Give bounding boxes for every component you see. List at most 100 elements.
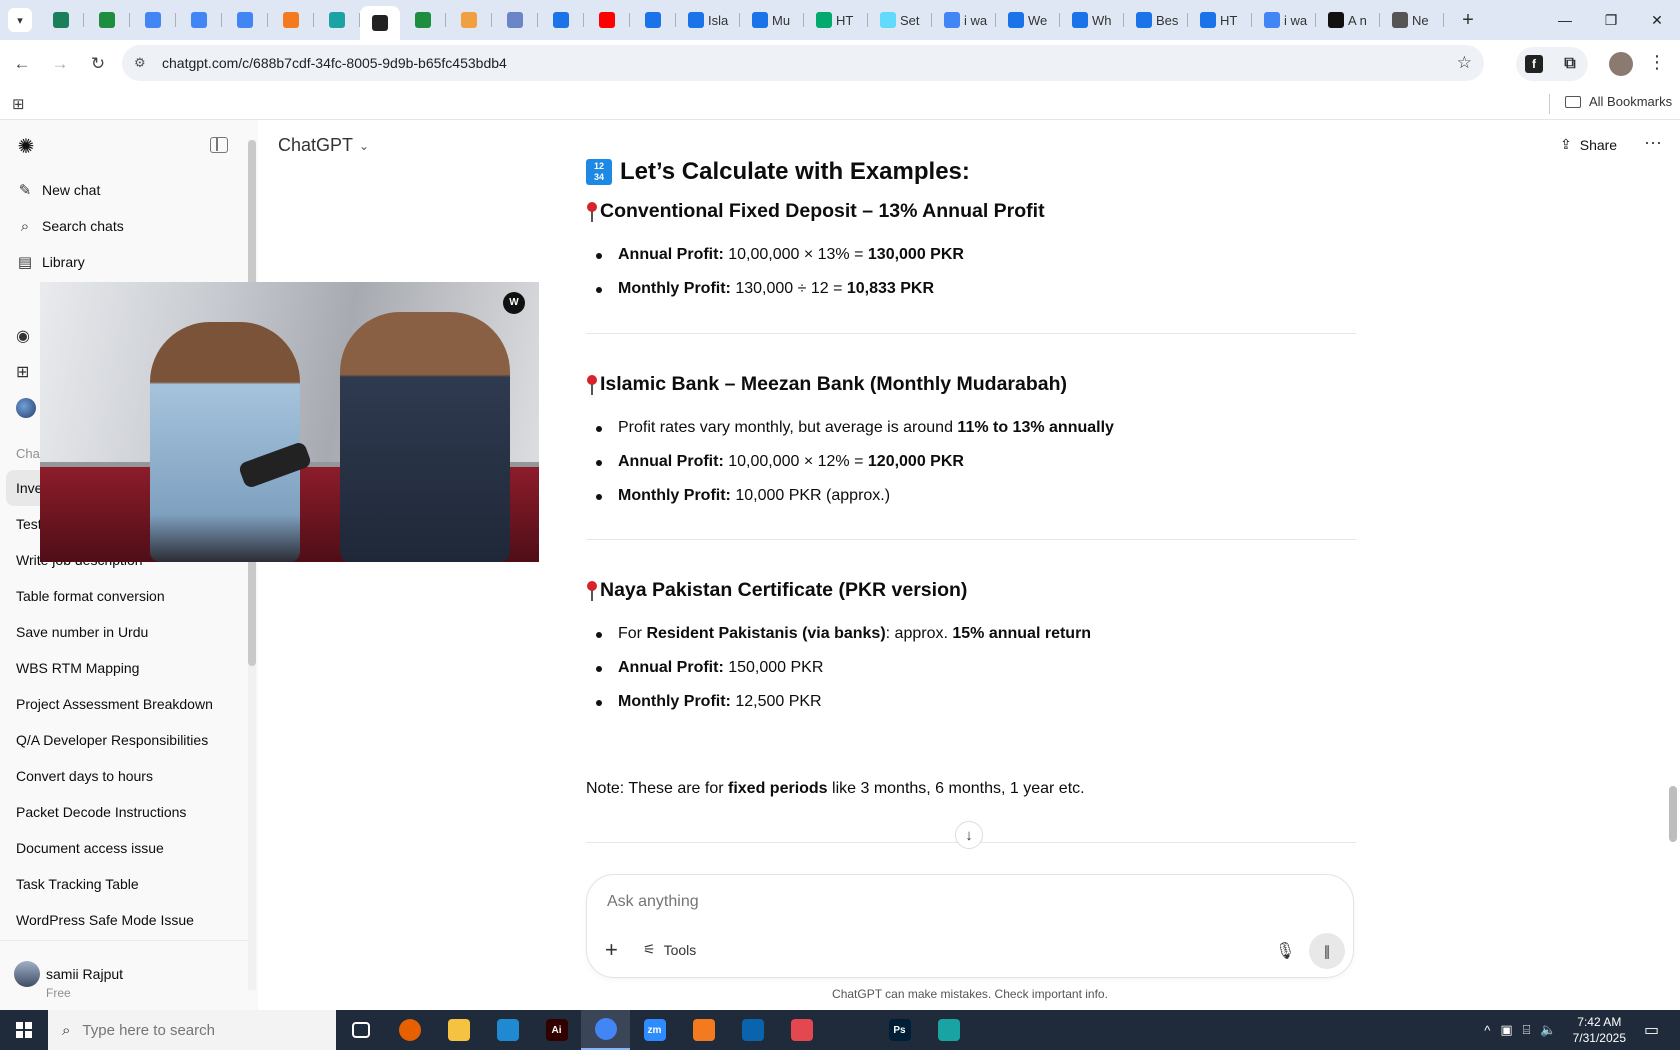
browser-tab[interactable] (38, 4, 84, 36)
restore-icon[interactable]: ❐ (1588, 0, 1634, 40)
taskbar-app[interactable] (385, 1010, 434, 1050)
picture-in-picture-video[interactable]: W (40, 282, 539, 562)
fonts-extension-icon[interactable]: f (1525, 55, 1543, 73)
browser-tab[interactable] (400, 4, 446, 36)
browser-tab[interactable] (314, 4, 360, 36)
prompt-input[interactable] (607, 893, 1307, 911)
network-icon[interactable]: ⌸ (1523, 1022, 1531, 1038)
taskbar-app[interactable] (728, 1010, 777, 1050)
url-text[interactable]: chatgpt.com/c/688b7cdf-34fc-8005-9d9b-b6… (162, 55, 507, 71)
chat-history-item[interactable]: Save number in Urdu (0, 614, 250, 650)
add-attachment-icon[interactable]: + (605, 937, 618, 963)
chat-history-item[interactable]: Document access issue (0, 830, 250, 866)
taskbar-app[interactable]: Ai (532, 1010, 581, 1050)
taskbar-app[interactable]: zm (630, 1010, 679, 1050)
taskbar-app[interactable] (434, 1010, 483, 1050)
chat-history-item[interactable]: WordPress Safe Mode Issue (0, 902, 250, 938)
forward-button[interactable]: → (44, 48, 76, 80)
model-selector[interactable]: ChatGPT ⌄ (278, 135, 369, 156)
gpts-icon[interactable]: ⊞ (16, 354, 36, 390)
taskbar-app[interactable]: Ps (875, 1010, 924, 1050)
browser-tab[interactable]: Set (868, 4, 932, 36)
new-tab-button[interactable]: + (1454, 9, 1482, 32)
browser-tab[interactable] (130, 4, 176, 36)
tray-app-icon[interactable]: ▣ (1500, 1022, 1512, 1038)
taskbar-app[interactable] (679, 1010, 728, 1050)
browser-tab[interactable]: HT (804, 4, 868, 36)
chat-history-item[interactable]: Convert days to hours (0, 758, 250, 794)
voice-mode-button[interactable]: ∥ (1309, 933, 1345, 969)
chat-history-item[interactable]: WBS RTM Mapping (0, 650, 250, 686)
browser-tab[interactable] (492, 4, 538, 36)
reload-button[interactable]: ↻ (82, 48, 114, 80)
tray-expand-icon[interactable]: ^ (1484, 1023, 1490, 1038)
main-scrollbar-thumb[interactable] (1669, 786, 1677, 842)
taskbar-app[interactable] (777, 1010, 826, 1050)
user-account-button[interactable] (0, 940, 250, 1010)
share-button[interactable]: ⇪ Share (1560, 136, 1617, 153)
scroll-to-bottom-button[interactable]: ↓ (955, 821, 983, 849)
volume-icon[interactable]: 🔈 (1540, 1022, 1556, 1038)
more-options-icon[interactable]: ··· (1644, 132, 1662, 153)
extensions-puzzle-icon[interactable]: ⧉ (1561, 55, 1579, 73)
back-button[interactable]: ← (6, 48, 38, 80)
browser-tab[interactable]: i wa (932, 4, 996, 36)
chat-history-item[interactable]: Project Assessment Breakdown (0, 686, 250, 722)
tab-search-dropdown-icon[interactable]: ▾ (8, 8, 32, 32)
taskbar-app[interactable] (826, 1010, 875, 1050)
chat-history-item[interactable]: Packet Decode Instructions (0, 794, 250, 830)
sidebar-item-library[interactable]: ▤ Library (0, 244, 250, 280)
bookmark-star-icon[interactable]: ☆ (1457, 53, 1472, 73)
browser-tab[interactable]: Wh (1060, 4, 1124, 36)
main-scrollbar-track[interactable] (1668, 122, 1678, 1006)
chat-history-item[interactable]: Q/A Developer Responsibilities (0, 722, 250, 758)
start-button[interactable] (0, 1010, 48, 1050)
browser-tab[interactable] (360, 6, 400, 40)
close-window-icon[interactable]: ✕ (1634, 0, 1680, 40)
openai-logo-icon[interactable]: ✺ (14, 134, 38, 158)
browser-tab[interactable]: Mu (740, 4, 804, 36)
taskbar-search-input[interactable] (82, 1021, 313, 1039)
browser-tab[interactable]: i wa (1252, 4, 1316, 36)
browser-tab[interactable]: HT (1188, 4, 1252, 36)
omnibox[interactable]: ⚙ chatgpt.com/c/688b7cdf-34fc-8005-9d9b-… (122, 45, 1484, 81)
browser-tab[interactable] (446, 4, 492, 36)
teal-icon (329, 12, 345, 28)
apps-grid-icon[interactable]: ⊞ (12, 95, 25, 113)
browser-tab[interactable] (84, 4, 130, 36)
browser-tab[interactable] (176, 4, 222, 36)
browser-tab[interactable] (630, 4, 676, 36)
sidebar-item-label: New chat (42, 182, 101, 198)
taskbar-app[interactable] (924, 1010, 973, 1050)
minimize-icon[interactable]: — (1542, 0, 1588, 40)
sora-icon[interactable]: ◉ (16, 318, 36, 354)
profile-avatar[interactable] (1609, 52, 1633, 76)
close-sidebar-icon[interactable] (210, 137, 228, 153)
browser-tab[interactable] (538, 4, 584, 36)
tools-button[interactable]: ⚟ Tools (643, 941, 696, 958)
browser-tab[interactable]: Ne (1380, 4, 1444, 36)
browser-tab[interactable]: Bes (1124, 4, 1188, 36)
browser-tab[interactable]: Isla (676, 4, 740, 36)
taskbar-app[interactable] (483, 1010, 532, 1050)
browser-tab[interactable] (222, 4, 268, 36)
tab-title: Isla (708, 12, 729, 28)
custom-gpt-avatar[interactable] (16, 390, 36, 426)
site-info-icon[interactable]: ⚙ (134, 55, 150, 71)
all-bookmarks-button[interactable]: All Bookmarks (1565, 94, 1672, 109)
notifications-icon[interactable]: ▭ (1644, 1020, 1670, 1040)
browser-tab[interactable] (268, 4, 314, 36)
browser-tab[interactable] (584, 4, 630, 36)
chat-history-item[interactable]: Task Tracking Table (0, 866, 250, 902)
sidebar-item-search-chats[interactable]: ⌕ Search chats (0, 208, 250, 244)
browser-menu-icon[interactable]: ⋮ (1648, 52, 1666, 73)
sidebar-item-new-chat[interactable]: ✎ New chat (0, 172, 250, 208)
taskbar-app[interactable] (581, 1010, 630, 1050)
taskbar-search-box[interactable]: ⌕ (48, 1010, 336, 1050)
browser-tab[interactable]: We (996, 4, 1060, 36)
taskbar-app[interactable] (336, 1010, 385, 1050)
microphone-icon[interactable]: 🎙 (1275, 941, 1295, 961)
browser-tab[interactable]: A n (1316, 4, 1380, 36)
chat-history-item[interactable]: Table format conversion (0, 578, 250, 614)
taskbar-clock[interactable]: 7:42 AM 7/31/2025 (1573, 1014, 1626, 1046)
